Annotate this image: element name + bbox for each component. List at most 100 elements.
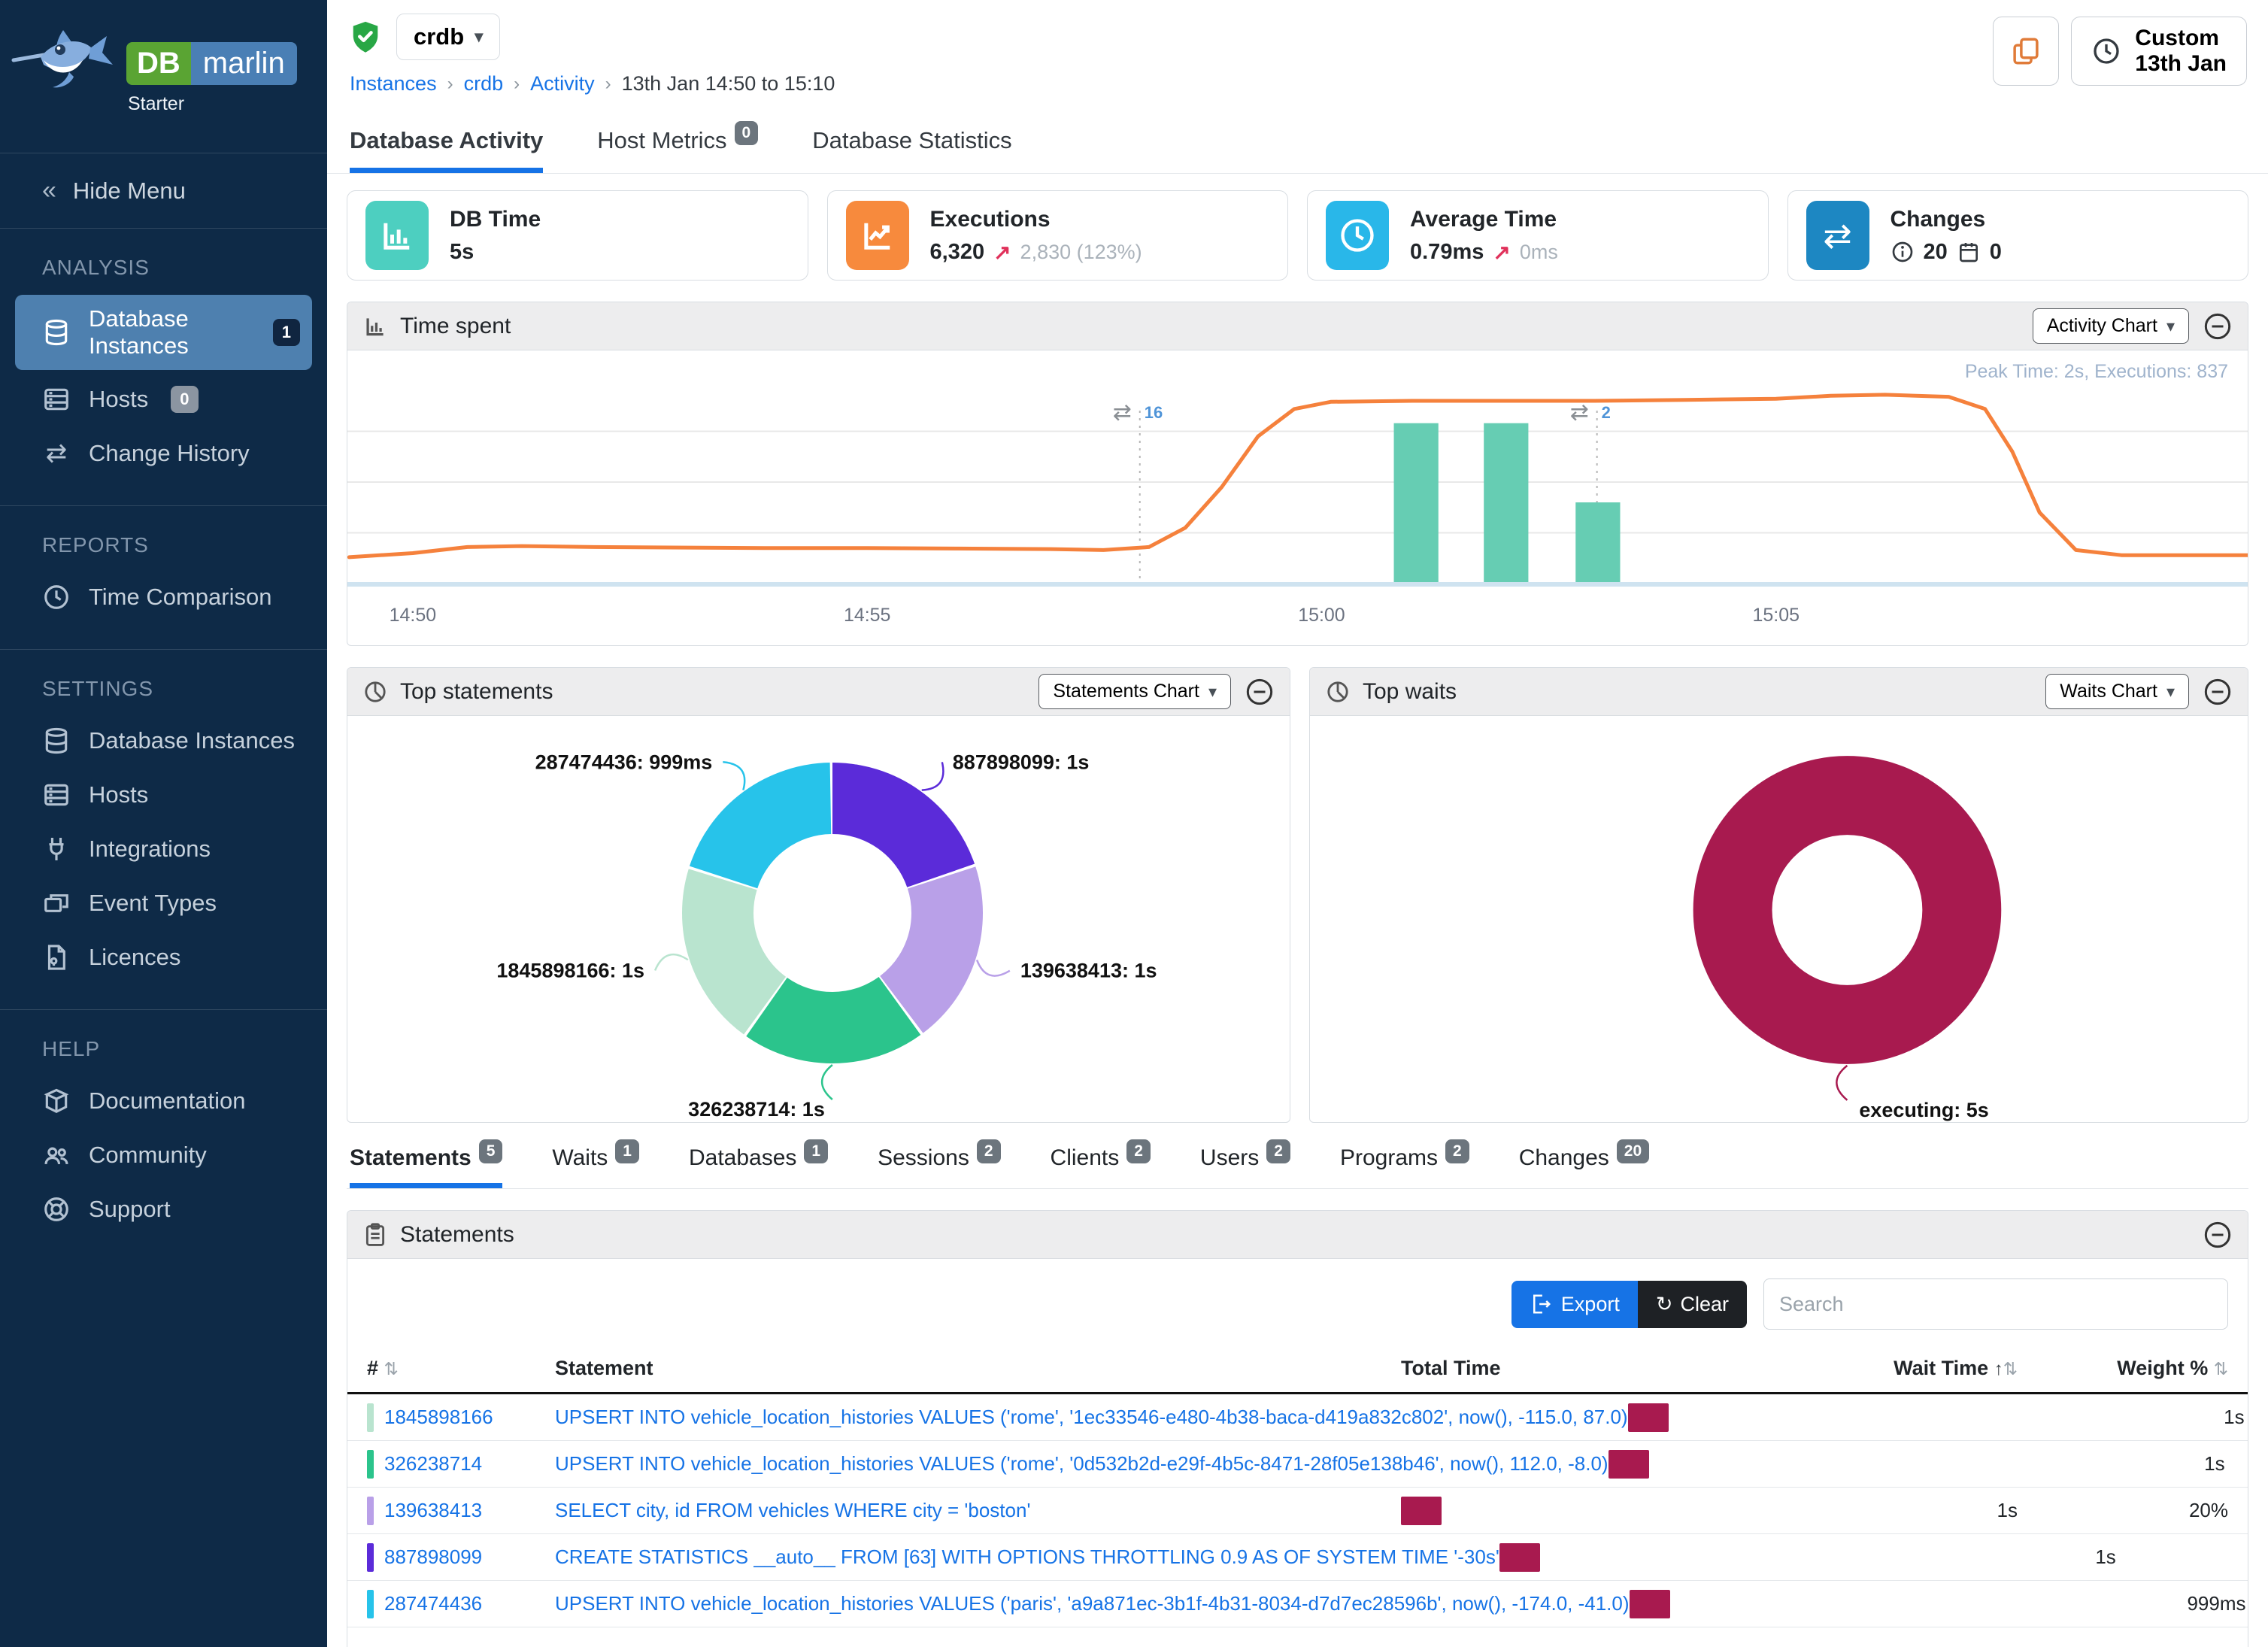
sidebar-item-integrations[interactable]: Integrations bbox=[15, 824, 312, 874]
collapse-panel-icon[interactable] bbox=[2203, 1220, 2233, 1250]
top-statements-donut[interactable]: 887898099: 1s139638413: 1s326238714: 1s1… bbox=[347, 716, 1290, 1122]
statement-text-link[interactable]: SELECT city, id FROM vehicles WHERE city… bbox=[555, 1499, 1401, 1522]
statement-id-link[interactable]: 139638413 bbox=[384, 1499, 482, 1522]
sidebar-item-time-comparison[interactable]: Time Comparison bbox=[15, 572, 312, 622]
tab-waits[interactable]: Waits1 bbox=[552, 1145, 639, 1188]
collapse-panel-icon[interactable] bbox=[2203, 677, 2233, 707]
collapse-panel-icon[interactable] bbox=[1245, 677, 1275, 707]
tab-label: Users bbox=[1200, 1145, 1259, 1176]
statements-panel: Statements Export ↻ Clear # ⇅ Statement bbox=[347, 1210, 2248, 1647]
tab-changes[interactable]: Changes20 bbox=[1519, 1145, 1649, 1188]
statement-text-link[interactable]: UPSERT INTO vehicle_location_histories V… bbox=[555, 1452, 1609, 1476]
change-count: 20 bbox=[1924, 240, 1948, 265]
col-header-wait-time[interactable]: Wait Time ↑⇅ bbox=[1717, 1357, 2018, 1380]
tab-sessions[interactable]: Sessions2 bbox=[878, 1145, 1000, 1188]
sidebar-item-documentation[interactable]: Documentation bbox=[15, 1076, 312, 1126]
page-tabs: Database Activity Host Metrics0 Database S… bbox=[327, 109, 2268, 174]
statement-id-link[interactable]: 1845898166 bbox=[384, 1406, 493, 1429]
total-time-bar bbox=[1499, 1543, 1540, 1572]
tab-statements[interactable]: Statements5 bbox=[350, 1145, 502, 1188]
dbmarlin-logo: DBmarlin Starter bbox=[0, 0, 327, 153]
kpi-cards: DB Time5sExecutions6,320↗2,830 (123%)Ave… bbox=[347, 190, 2248, 281]
statement-id-cell: 1845898166 bbox=[367, 1403, 555, 1432]
statement-id-cell: 139638413 bbox=[367, 1497, 555, 1525]
sidebar-item-label: Hosts bbox=[89, 386, 148, 413]
statement-text-link[interactable]: CREATE STATISTICS __auto__ FROM [63] WIT… bbox=[555, 1545, 1499, 1569]
breadcrumb-activity[interactable]: Activity bbox=[530, 72, 595, 96]
col-header-weight[interactable]: Weight % ⇅ bbox=[2018, 1357, 2228, 1380]
weight-cell: 20% bbox=[2018, 1499, 2228, 1522]
sidebar-item-label: Integrations bbox=[89, 836, 211, 863]
undo-icon: ↻ bbox=[1656, 1293, 1673, 1316]
donut-slice-executing[interactable] bbox=[1733, 796, 1962, 1025]
info-icon bbox=[1891, 240, 1915, 264]
sort-icon: ⇅ bbox=[384, 1359, 399, 1379]
clear-button[interactable]: ↻ Clear bbox=[1638, 1281, 1747, 1328]
sidebar-item-label: Community bbox=[89, 1142, 207, 1169]
sidebar-item-licences[interactable]: Licences bbox=[15, 933, 312, 982]
sidebar-item-community[interactable]: Community bbox=[15, 1130, 312, 1180]
statement-id-cell: 326238714 bbox=[367, 1450, 555, 1479]
export-button[interactable]: Export bbox=[1511, 1281, 1638, 1328]
tab-users[interactable]: Users2 bbox=[1200, 1145, 1290, 1188]
sidebar-item-change-history[interactable]: ⇄Change History bbox=[15, 429, 312, 478]
sidebar-item-label: Time Comparison bbox=[89, 584, 271, 611]
breadcrumb-instance[interactable]: crdb bbox=[464, 72, 504, 96]
clock-icon bbox=[2091, 36, 2121, 66]
wait-time-cell: 1s bbox=[1717, 1499, 2018, 1522]
time-range-button[interactable]: Custom 13th Jan bbox=[2071, 17, 2247, 86]
kpi-main-value: 6,320 bbox=[930, 240, 985, 265]
export-icon bbox=[1530, 1293, 1552, 1315]
clock-icon bbox=[1326, 201, 1389, 270]
table-row: 1845898166 UPSERT INTO vehicle_location_h… bbox=[347, 1394, 2248, 1441]
clipboard-icon bbox=[362, 1222, 388, 1248]
statements-chart-dropdown[interactable]: Statements Chart▾ bbox=[1038, 674, 1231, 709]
sidebar-item-support[interactable]: Support bbox=[15, 1184, 312, 1234]
pie-chart-icon bbox=[362, 679, 388, 705]
statement-text-link[interactable]: UPSERT INTO vehicle_location_histories V… bbox=[555, 1406, 1628, 1429]
collapse-panel-icon[interactable] bbox=[2203, 311, 2233, 341]
activity-chart-dropdown[interactable]: Activity Chart▾ bbox=[2033, 308, 2189, 344]
panel-title: Top statements bbox=[400, 679, 553, 705]
time-spent-chart[interactable]: ⇄16⇄214:5014:5515:0015:05 bbox=[347, 364, 2248, 644]
hide-menu-button[interactable]: « Hide Menu bbox=[0, 153, 327, 229]
tab-database-activity[interactable]: Database Activity bbox=[350, 127, 543, 173]
detail-tabs: Statements5 Waits1 Databases1 Sessions2 Clie… bbox=[347, 1145, 2248, 1189]
copy-icon bbox=[2010, 35, 2042, 67]
panel-title: Time spent bbox=[400, 314, 511, 339]
kpi-title: Average Time bbox=[1410, 207, 1558, 232]
top-waits-donut[interactable]: executing: 5s bbox=[1310, 716, 2248, 1122]
instance-selector[interactable]: crdb ▾ bbox=[396, 14, 500, 60]
tab-clients[interactable]: Clients2 bbox=[1051, 1145, 1151, 1188]
sidebar-item-label: Licences bbox=[89, 944, 180, 971]
col-header-total-time[interactable]: Total Time bbox=[1401, 1357, 1717, 1380]
statement-id-link[interactable]: 287474436 bbox=[384, 1592, 482, 1615]
sidebar-item-hosts[interactable]: Hosts bbox=[15, 770, 312, 820]
top-header: crdb ▾ Instances› crdb› Activity› 13th J… bbox=[327, 0, 2268, 109]
breadcrumb-instances[interactable]: Instances bbox=[350, 72, 437, 96]
copy-link-button[interactable] bbox=[1993, 17, 2059, 86]
kpi-main-value: 0.79ms bbox=[1410, 240, 1484, 265]
statement-text-link[interactable]: UPSERT INTO vehicle_location_histories V… bbox=[555, 1592, 1630, 1615]
sidebar-item-event-types[interactable]: Event Types bbox=[15, 878, 312, 928]
sidebar-item-database-instances[interactable]: Database Instances bbox=[15, 716, 312, 766]
statement-id-link[interactable]: 887898099 bbox=[384, 1545, 482, 1569]
hide-menu-label: Hide Menu bbox=[73, 177, 186, 205]
waits-chart-dropdown[interactable]: Waits Chart▾ bbox=[2045, 674, 2189, 709]
statement-id-link[interactable]: 326238714 bbox=[384, 1452, 482, 1476]
tab-databases[interactable]: Databases1 bbox=[689, 1145, 828, 1188]
search-input[interactable] bbox=[1763, 1278, 2228, 1330]
peak-label: Peak Time: 2s, Executions: 837 bbox=[1965, 361, 2228, 383]
statement-color-chip bbox=[367, 1497, 374, 1525]
linechart-icon bbox=[846, 201, 909, 270]
col-header-id[interactable]: # ⇅ bbox=[367, 1357, 555, 1380]
col-header-statement[interactable]: Statement bbox=[555, 1357, 1401, 1380]
breadcrumb-separator: › bbox=[514, 74, 520, 95]
tab-database-statistics[interactable]: Database Statistics bbox=[812, 127, 1011, 173]
sidebar-item-label: Database Instances bbox=[89, 727, 295, 754]
table-body: 1845898166 UPSERT INTO vehicle_location_h… bbox=[347, 1394, 2248, 1627]
tab-host-metrics[interactable]: Host Metrics0 bbox=[597, 127, 758, 173]
sidebar-item-hosts[interactable]: Hosts0 bbox=[15, 375, 312, 424]
sidebar-item-database-instances[interactable]: Database Instances1 bbox=[15, 295, 312, 370]
tab-programs[interactable]: Programs2 bbox=[1340, 1145, 1469, 1188]
